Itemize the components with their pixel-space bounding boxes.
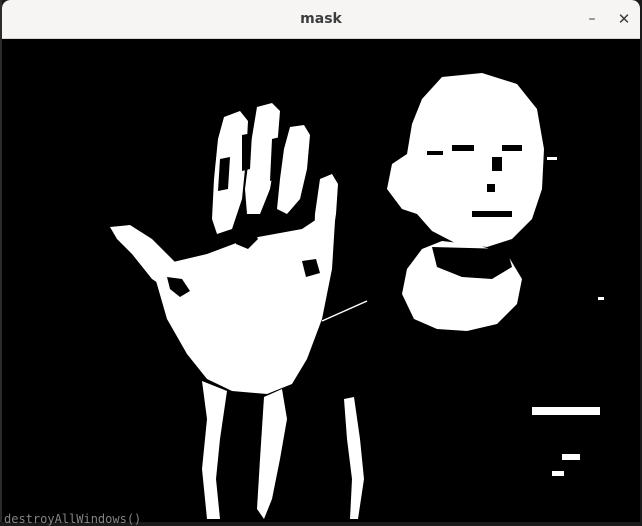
close-button[interactable]: ✕ bbox=[612, 7, 636, 31]
window-titlebar[interactable]: mask – ✕ bbox=[2, 0, 640, 39]
mask-window: mask – ✕ bbox=[2, 0, 640, 522]
minimize-button[interactable]: – bbox=[580, 7, 604, 31]
mask-image-canvas bbox=[2, 39, 640, 522]
window-title: mask bbox=[300, 11, 342, 27]
mask-image bbox=[2, 39, 640, 522]
background-terminal-line: destroyAllWindows() bbox=[4, 512, 142, 526]
